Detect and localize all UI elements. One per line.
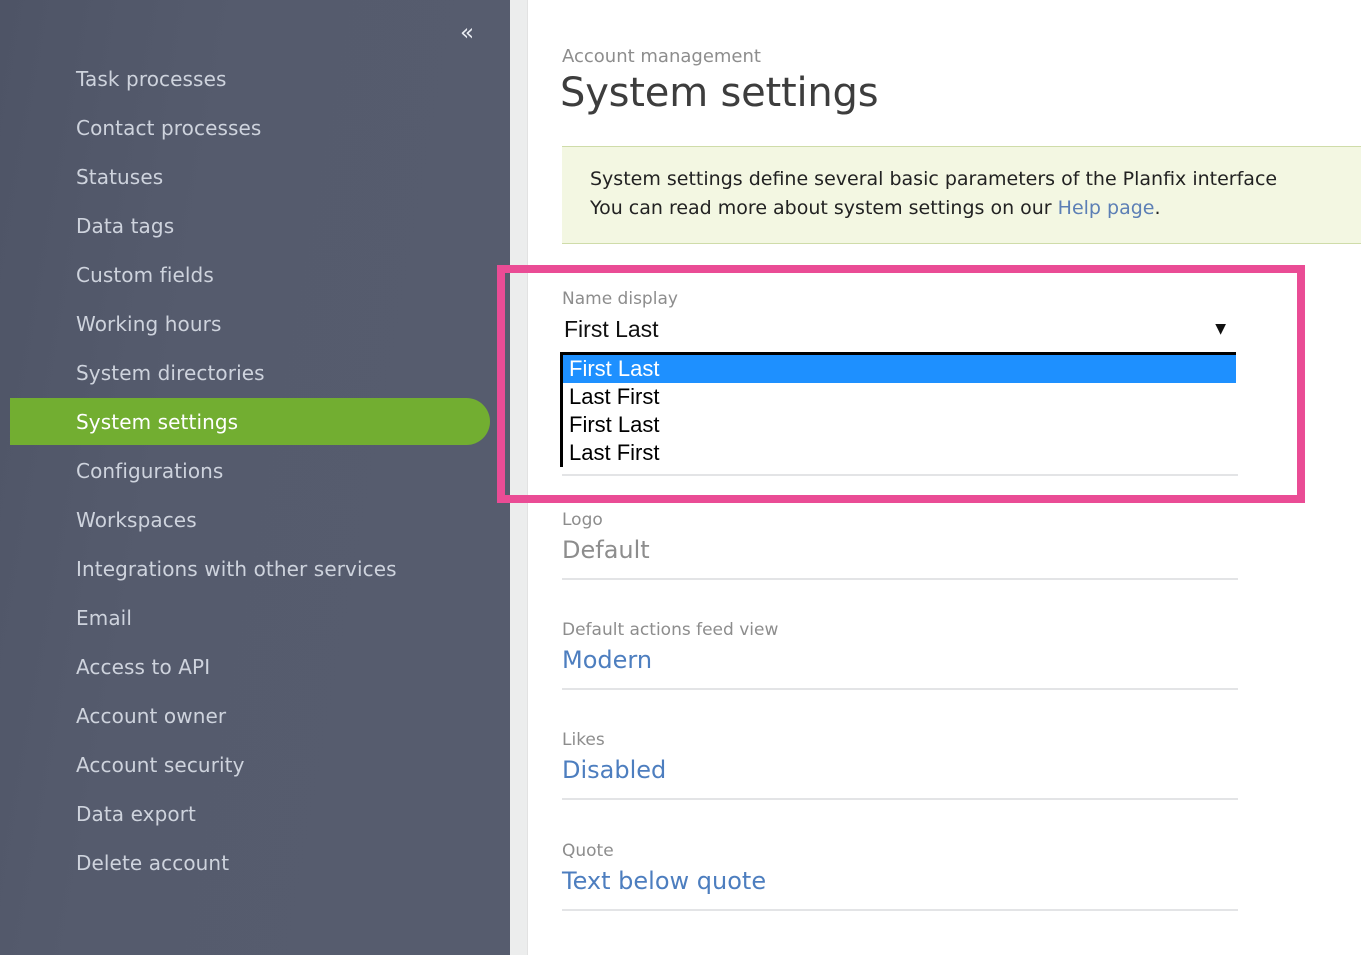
sidebar-item-label: Email [76, 605, 132, 630]
name-display-field: Name display First Last ▼ [562, 289, 1238, 346]
sidebar-item-workspaces[interactable]: Workspaces [0, 495, 510, 544]
field-default-actions-feed-view: Default actions feed view Modern [562, 620, 1238, 690]
field-divider [562, 909, 1238, 911]
sidebar-item-label: Access to API [76, 654, 211, 679]
sidebar-nav-list: Task processes Contact processes Statuses D… [0, 54, 510, 887]
sidebar-item-label: Statuses [76, 164, 164, 189]
sidebar-item-system-settings[interactable]: System settings [0, 397, 510, 446]
field-logo: Logo Default [562, 510, 1238, 580]
sidebar-item-label: Account owner [76, 703, 227, 728]
sidebar-item-data-tags[interactable]: Data tags [0, 201, 510, 250]
sidebar-item-delete-account[interactable]: Delete account [0, 838, 510, 887]
field-label: Quote [562, 841, 614, 861]
sidebar-item-account-security[interactable]: Account security [0, 740, 510, 789]
sidebar-item-label: Task processes [76, 66, 227, 91]
name-display-option[interactable]: Last First [563, 439, 1236, 467]
field-value[interactable]: Default [562, 536, 1238, 564]
main-content: Account management System settings Syste… [529, 0, 1361, 955]
info-banner-line1: System settings define several basic par… [590, 168, 1278, 190]
sidebar-item-working-hours[interactable]: Working hours [0, 299, 510, 348]
sidebar-item-data-export[interactable]: Data export [0, 789, 510, 838]
name-display-option[interactable]: First Last [563, 355, 1236, 383]
sidebar-item-label: Configurations [76, 458, 224, 483]
chevron-down-icon: ▼ [1215, 321, 1226, 337]
sidebar-item-label: Working hours [76, 311, 222, 336]
sidebar: « Task processes Contact processes Statuse… [0, 0, 510, 955]
help-page-link[interactable]: Help page [1058, 197, 1155, 219]
name-display-option[interactable]: First Last [563, 411, 1236, 439]
sidebar-item-label: Delete account [76, 850, 230, 875]
sidebar-item-label: Contact processes [76, 115, 262, 140]
sidebar-item-contact-processes[interactable]: Contact processes [0, 103, 510, 152]
field-likes: Likes Disabled [562, 730, 1238, 800]
field-label: Likes [562, 730, 605, 750]
field-label: Logo [562, 510, 603, 530]
sidebar-item-label: Data export [76, 801, 196, 826]
field-divider [562, 578, 1238, 580]
field-divider [562, 688, 1238, 690]
name-display-divider [562, 474, 1238, 476]
sidebar-item-task-processes[interactable]: Task processes [0, 54, 510, 103]
sidebar-item-label: System directories [76, 360, 265, 385]
sidebar-item-label: System settings [76, 409, 239, 434]
name-display-selected-value: First Last [564, 316, 659, 342]
sidebar-item-configurations[interactable]: Configurations [0, 446, 510, 495]
info-banner-line2-suffix: . [1154, 197, 1161, 219]
sidebar-item-integrations-with-other-services[interactable]: Integrations with other services [0, 544, 510, 593]
breadcrumb: Account management [562, 46, 761, 67]
info-banner-line2-prefix: You can read more about system settings … [590, 197, 1058, 219]
sidebar-item-label: Data tags [76, 213, 175, 238]
sidebar-item-label: Integrations with other services [76, 556, 397, 581]
info-banner: System settings define several basic par… [562, 146, 1361, 244]
field-value[interactable]: Disabled [562, 756, 1238, 784]
sidebar-item-system-directories[interactable]: System directories [0, 348, 510, 397]
sidebar-item-access-to-api[interactable]: Access to API [0, 642, 510, 691]
field-value[interactable]: Text below quote [562, 867, 1238, 895]
sidebar-item-statuses[interactable]: Statuses [0, 152, 510, 201]
sidebar-item-label: Custom fields [76, 262, 214, 287]
sidebar-scrollbar[interactable] [510, 0, 528, 955]
field-quote: Quote Text below quote [562, 841, 1238, 911]
page-title: System settings [560, 70, 879, 116]
sidebar-item-custom-fields[interactable]: Custom fields [0, 250, 510, 299]
name-display-select[interactable]: First Last ▼ [562, 316, 1238, 346]
sidebar-item-account-owner[interactable]: Account owner [0, 691, 510, 740]
field-divider [562, 798, 1238, 800]
collapse-sidebar-icon[interactable]: « [452, 18, 482, 48]
field-label: Default actions feed view [562, 620, 779, 640]
sidebar-item-email[interactable]: Email [0, 593, 510, 642]
field-value[interactable]: Modern [562, 646, 1238, 674]
sidebar-item-label: Workspaces [76, 507, 197, 532]
name-display-label: Name display [562, 289, 678, 309]
name-display-option[interactable]: Last First [563, 383, 1236, 411]
name-display-option-list[interactable]: First Last Last First First Last Last First [560, 352, 1236, 467]
sidebar-item-label: Account security [76, 752, 245, 777]
